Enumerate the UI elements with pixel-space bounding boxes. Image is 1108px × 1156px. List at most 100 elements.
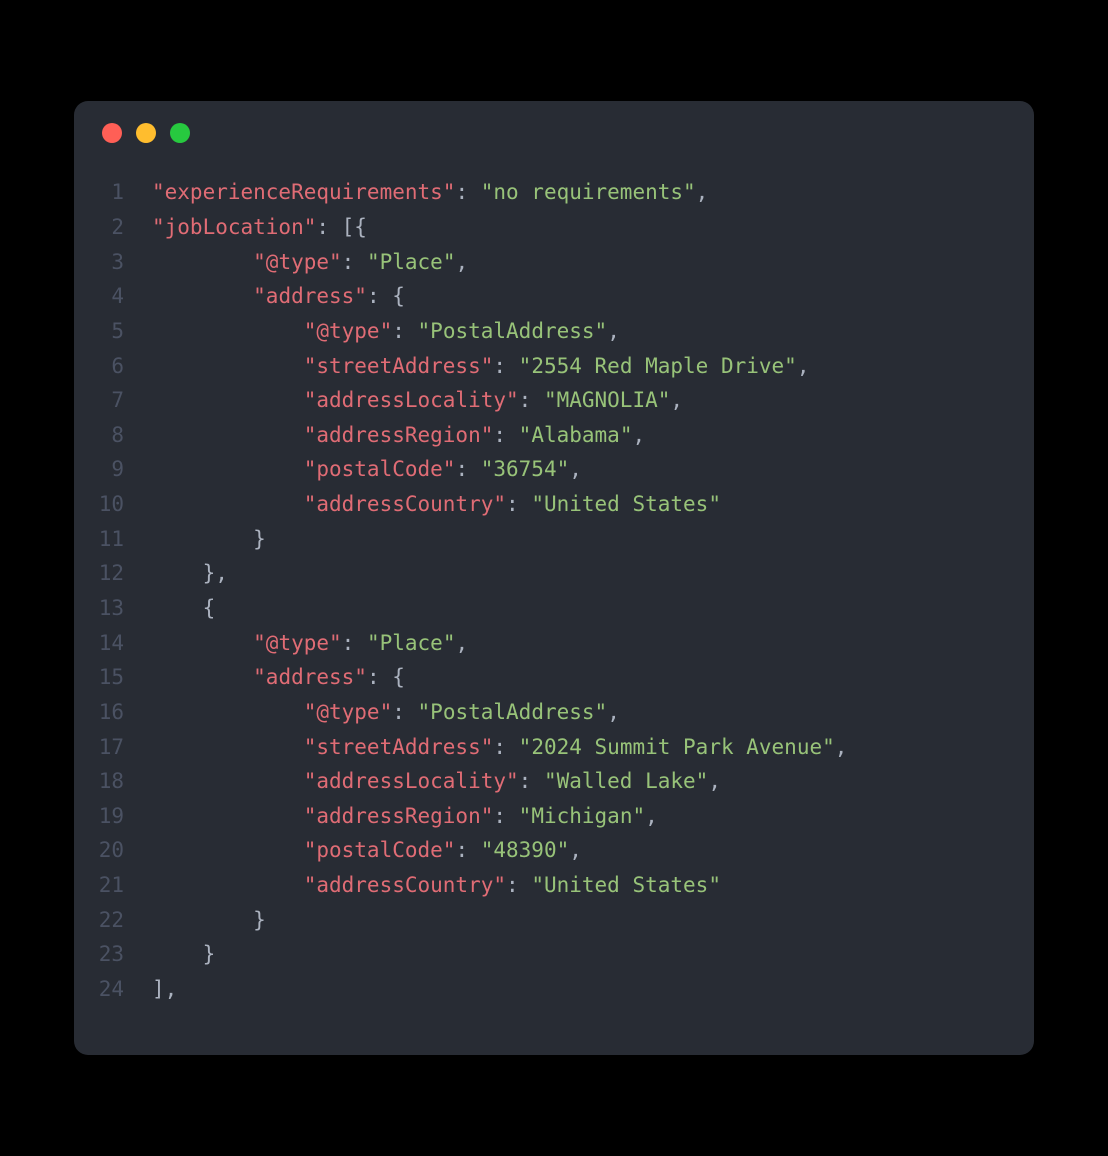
close-icon[interactable]	[102, 123, 122, 143]
code-line: 21 "addressCountry": "United States"	[74, 868, 1034, 903]
code-line: 9 "postalCode": "36754",	[74, 452, 1034, 487]
line-content: "streetAddress": "2554 Red Maple Drive",	[152, 349, 809, 384]
line-content: "@type": "Place",	[152, 245, 468, 280]
line-content: ],	[152, 972, 177, 1007]
line-number: 5	[74, 314, 152, 349]
code-token: ,	[607, 700, 620, 724]
line-content: {	[152, 591, 215, 626]
code-token: }	[152, 942, 215, 966]
code-token: ],	[152, 977, 177, 1001]
code-area[interactable]: 1"experienceRequirements": "no requireme…	[74, 165, 1034, 1054]
code-token: ,	[455, 631, 468, 655]
code-token	[152, 250, 253, 274]
line-number: 7	[74, 383, 152, 418]
code-token: "streetAddress"	[304, 735, 494, 759]
line-content: "@type": "Place",	[152, 626, 468, 661]
code-token: ,	[797, 354, 810, 378]
code-token	[152, 631, 253, 655]
code-token: "Place"	[367, 631, 456, 655]
code-token: :	[392, 700, 417, 724]
code-token: "@type"	[253, 250, 342, 274]
code-window: 1"experienceRequirements": "no requireme…	[74, 101, 1034, 1054]
line-number: 2	[74, 210, 152, 245]
code-token: ,	[708, 769, 721, 793]
code-token	[152, 423, 304, 447]
code-token: "no requirements"	[481, 180, 696, 204]
code-token	[152, 804, 304, 828]
code-token: "@type"	[304, 700, 393, 724]
code-token: ,	[455, 250, 468, 274]
code-token: ,	[632, 423, 645, 447]
code-line: 3 "@type": "Place",	[74, 245, 1034, 280]
code-line: 12 },	[74, 556, 1034, 591]
line-number: 11	[74, 522, 152, 557]
code-line: 5 "@type": "PostalAddress",	[74, 314, 1034, 349]
code-token: "MAGNOLIA"	[544, 388, 670, 412]
code-token	[152, 735, 304, 759]
code-token	[152, 354, 304, 378]
code-line: 22 }	[74, 903, 1034, 938]
line-number: 12	[74, 556, 152, 591]
code-token	[152, 769, 304, 793]
line-content: "addressCountry": "United States"	[152, 868, 721, 903]
line-number: 18	[74, 764, 152, 799]
line-number: 8	[74, 418, 152, 453]
line-number: 21	[74, 868, 152, 903]
code-token: :	[342, 250, 367, 274]
line-number: 14	[74, 626, 152, 661]
code-line: 4 "address": {	[74, 279, 1034, 314]
code-token	[152, 319, 304, 343]
line-number: 22	[74, 903, 152, 938]
code-token: :	[455, 180, 480, 204]
line-number: 19	[74, 799, 152, 834]
line-number: 6	[74, 349, 152, 384]
code-token: "addressRegion"	[304, 804, 494, 828]
code-token: }	[152, 908, 266, 932]
line-number: 1	[74, 175, 152, 210]
code-token: "jobLocation"	[152, 215, 316, 239]
code-token: "36754"	[481, 457, 570, 481]
code-token: :	[493, 804, 518, 828]
code-line: 7 "addressLocality": "MAGNOLIA",	[74, 383, 1034, 418]
line-number: 15	[74, 660, 152, 695]
zoom-icon[interactable]	[170, 123, 190, 143]
line-number: 10	[74, 487, 152, 522]
code-token: "Alabama"	[519, 423, 633, 447]
code-token: :	[392, 319, 417, 343]
minimize-icon[interactable]	[136, 123, 156, 143]
code-token: "United States"	[531, 873, 721, 897]
line-number: 23	[74, 937, 152, 972]
code-token: "Michigan"	[519, 804, 645, 828]
line-content: "postalCode": "36754",	[152, 452, 582, 487]
code-token: ,	[607, 319, 620, 343]
code-token: ,	[569, 838, 582, 862]
code-token: :	[493, 735, 518, 759]
code-line: 10 "addressCountry": "United States"	[74, 487, 1034, 522]
line-content: }	[152, 903, 266, 938]
line-content: "jobLocation": [{	[152, 210, 367, 245]
code-token: }	[152, 527, 266, 551]
line-content: "addressCountry": "United States"	[152, 487, 721, 522]
line-content: },	[152, 556, 228, 591]
code-line: 13 {	[74, 591, 1034, 626]
code-token: "addressCountry"	[304, 492, 506, 516]
code-token: "streetAddress"	[304, 354, 494, 378]
code-line: 11 }	[74, 522, 1034, 557]
line-number: 16	[74, 695, 152, 730]
code-token: ,	[696, 180, 709, 204]
code-token	[152, 665, 253, 689]
code-token: "United States"	[531, 492, 721, 516]
line-number: 17	[74, 730, 152, 765]
code-token	[152, 457, 304, 481]
code-token: :	[493, 354, 518, 378]
code-line: 24],	[74, 972, 1034, 1007]
line-content: "streetAddress": "2024 Summit Park Avenu…	[152, 730, 847, 765]
code-line: 17 "streetAddress": "2024 Summit Park Av…	[74, 730, 1034, 765]
code-token: },	[152, 561, 228, 585]
code-line: 6 "streetAddress": "2554 Red Maple Drive…	[74, 349, 1034, 384]
code-token: "PostalAddress"	[418, 319, 608, 343]
code-token	[152, 492, 304, 516]
code-token: :	[506, 873, 531, 897]
code-line: 8 "addressRegion": "Alabama",	[74, 418, 1034, 453]
code-token: ,	[569, 457, 582, 481]
